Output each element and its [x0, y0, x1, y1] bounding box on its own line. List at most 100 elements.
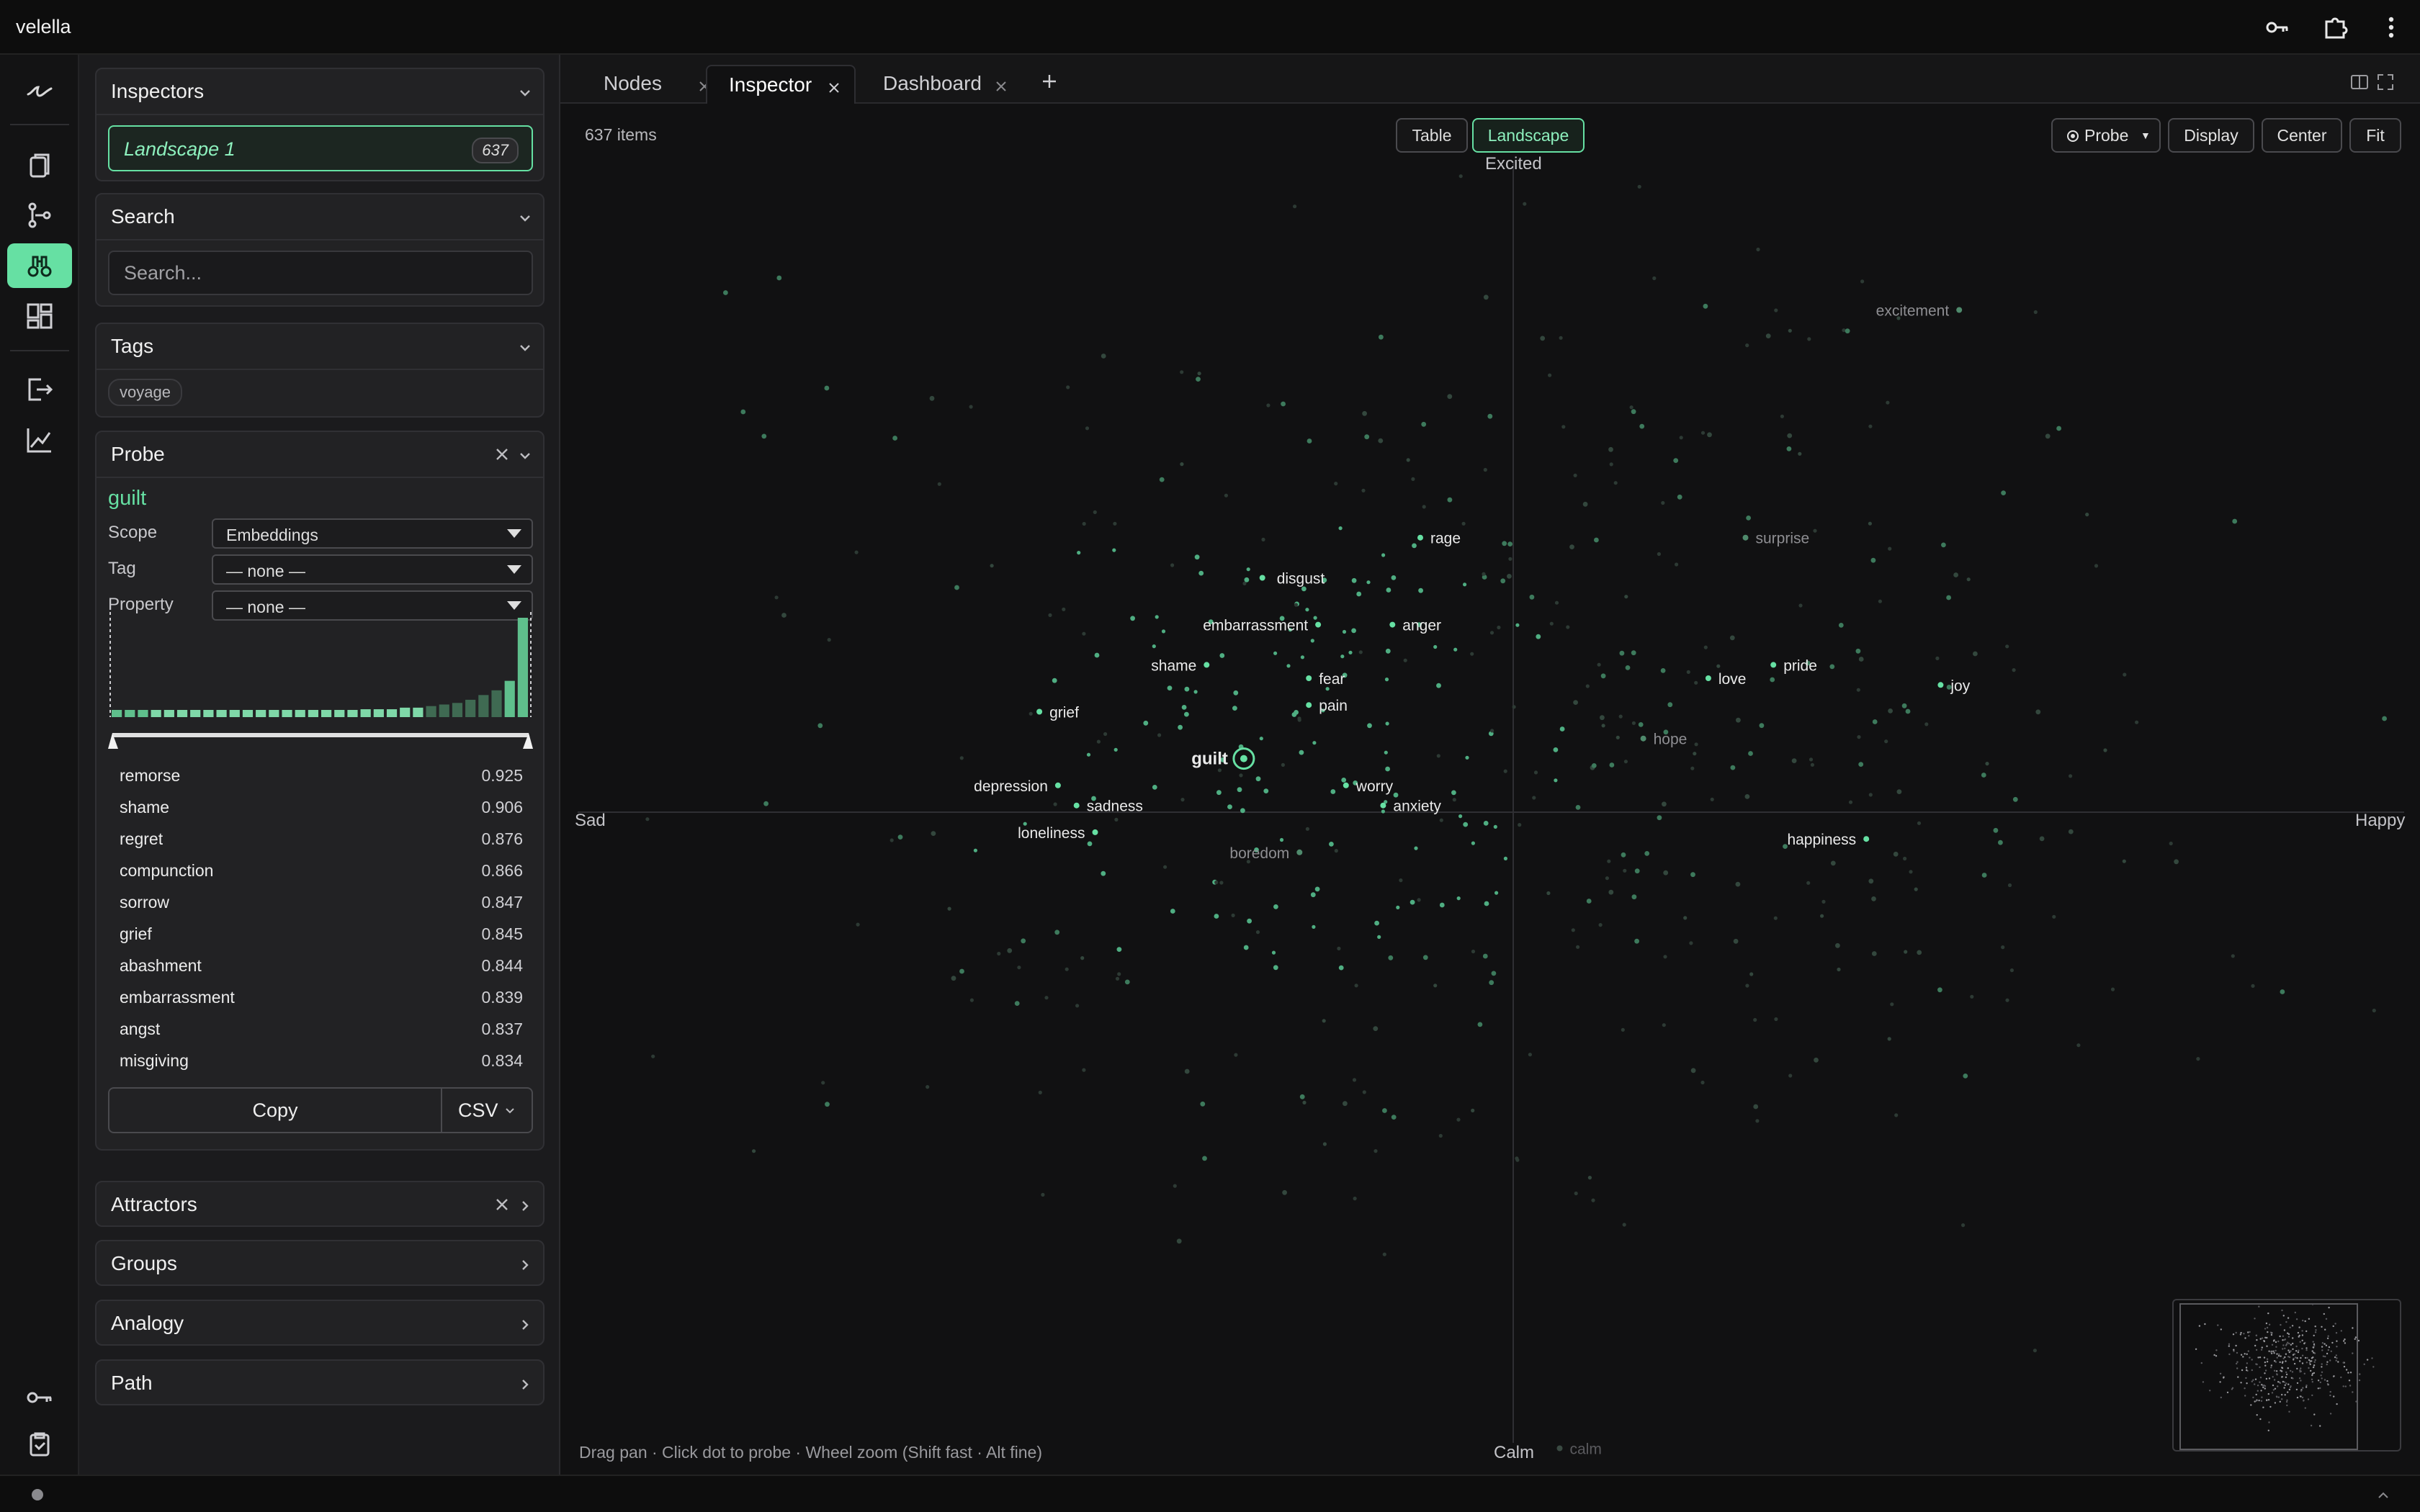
data-point — [1587, 1176, 1592, 1180]
panel-title[interactable]: Attractors — [111, 1182, 197, 1227]
close-icon[interactable] — [827, 78, 841, 93]
data-point — [1634, 938, 1639, 944]
panel-title[interactable]: Analogy — [111, 1301, 184, 1346]
tag-chip[interactable]: voyage — [108, 379, 182, 406]
panel-divider — [97, 239, 543, 240]
panel-title[interactable]: Path — [111, 1361, 153, 1405]
inspector-icon[interactable] — [7, 243, 72, 288]
data-point — [954, 585, 959, 590]
data-point — [1489, 631, 1494, 635]
result-row[interactable]: embarrassment 0.839 — [108, 982, 533, 1014]
key-icon[interactable] — [7, 1375, 72, 1420]
status-indicator — [32, 1489, 43, 1500]
data-point — [931, 831, 936, 836]
clipboard-icon[interactable] — [7, 1421, 72, 1466]
chevron-right-icon[interactable] — [517, 1197, 533, 1212]
tab-nodes[interactable]: Nodes — [588, 65, 709, 104]
search-input[interactable] — [108, 251, 533, 295]
tab-dashboard[interactable]: Dashboard — [867, 65, 1018, 104]
histogram-bar — [491, 690, 502, 717]
data-point — [1093, 510, 1097, 515]
graph-nodes-icon[interactable] — [7, 193, 72, 238]
result-score: 0.834 — [481, 1051, 523, 1070]
data-point — [1352, 1078, 1357, 1082]
chevron-down-icon[interactable] — [517, 338, 533, 354]
data-point — [2009, 968, 2014, 973]
more-vertical-icon[interactable] — [2377, 13, 2406, 42]
chart-line-icon[interactable] — [7, 418, 72, 462]
data-point — [1021, 938, 1026, 944]
panel-title[interactable]: Probe — [111, 432, 165, 477]
copy-button[interactable]: Copy — [109, 1089, 442, 1132]
result-row[interactable]: misgiving 0.834 — [108, 1045, 533, 1077]
inspector-item[interactable]: Landscape 1 637 — [108, 125, 533, 171]
result-row[interactable]: remorse 0.925 — [108, 760, 533, 792]
panel-title[interactable]: Search — [111, 194, 175, 239]
data-point — [1657, 815, 1662, 821]
result-row[interactable]: compunction 0.866 — [108, 855, 533, 887]
minimap-viewport[interactable] — [2179, 1303, 2358, 1450]
data-point — [1586, 899, 1592, 904]
chevron-down-icon[interactable] — [517, 446, 533, 462]
data-point — [1644, 851, 1650, 856]
data-point — [1310, 639, 1314, 643]
analogy-panel: Analogy — [95, 1300, 544, 1346]
result-row[interactable]: regret 0.876 — [108, 824, 533, 855]
export-icon[interactable] — [7, 367, 72, 412]
split-view-icon[interactable] — [2349, 72, 2370, 92]
data-point — [1609, 762, 1615, 768]
data-point — [1703, 303, 1708, 309]
close-icon[interactable] — [493, 1195, 511, 1214]
minimap-point — [2358, 1379, 2361, 1382]
tab-inspector[interactable]: Inspector — [706, 65, 856, 104]
fullscreen-icon[interactable] — [2375, 72, 2396, 92]
chevron-up-icon[interactable] — [2375, 1486, 2391, 1502]
key-icon[interactable] — [2263, 13, 2292, 42]
histogram-bar — [504, 680, 515, 717]
data-point — [1117, 972, 1121, 976]
data-point — [1855, 648, 1861, 654]
result-row[interactable]: sorrow 0.847 — [108, 887, 533, 919]
data-point — [1937, 987, 1942, 993]
scope-select[interactable]: Embeddings — [212, 518, 533, 549]
data-point — [1353, 1197, 1357, 1201]
logo-icon[interactable] — [7, 69, 72, 114]
result-score: 0.839 — [481, 988, 523, 1007]
data-point — [2012, 668, 2016, 672]
chevron-right-icon[interactable] — [517, 1375, 533, 1391]
result-word: shame — [120, 798, 170, 816]
result-row[interactable]: grief 0.845 — [108, 919, 533, 950]
close-icon[interactable] — [493, 445, 511, 464]
panel-title[interactable]: Groups — [111, 1241, 177, 1286]
data-point — [1305, 827, 1309, 831]
chevron-down-icon[interactable] — [517, 209, 533, 225]
dashboard-icon[interactable] — [7, 294, 72, 338]
data-point — [1675, 562, 1679, 567]
panel-title[interactable]: Inspectors — [111, 69, 204, 114]
extension-icon[interactable] — [2321, 13, 2349, 42]
chevron-right-icon[interactable] — [517, 1315, 533, 1331]
documents-icon[interactable] — [7, 143, 72, 187]
data-point — [1623, 868, 1627, 873]
chevron-down-icon[interactable] — [517, 84, 533, 99]
result-row[interactable]: shame 0.906 — [108, 792, 533, 824]
result-row[interactable]: abashment 0.844 — [108, 950, 533, 982]
add-tab-icon[interactable] — [1039, 71, 1060, 92]
landscape-canvas[interactable]: excitement rage surprise disgust embarrassme… — [560, 104, 2420, 1475]
result-row[interactable]: angst 0.837 — [108, 1014, 533, 1045]
data-point — [1385, 648, 1391, 654]
minimap[interactable] — [2172, 1299, 2401, 1452]
range-slider[interactable] — [108, 729, 533, 750]
close-icon[interactable] — [994, 76, 1008, 91]
data-point — [740, 409, 746, 415]
format-dropdown[interactable]: CSV — [442, 1089, 532, 1132]
data-point — [1086, 752, 1091, 757]
panel-title[interactable]: Tags — [111, 324, 153, 369]
data-point — [1924, 722, 1929, 726]
data-point — [1858, 762, 1864, 767]
point-dot — [1742, 534, 1749, 541]
chevron-right-icon[interactable] — [517, 1256, 533, 1272]
data-point — [1382, 1252, 1386, 1256]
data-point — [774, 595, 779, 600]
tag-select[interactable]: — none — — [212, 554, 533, 585]
